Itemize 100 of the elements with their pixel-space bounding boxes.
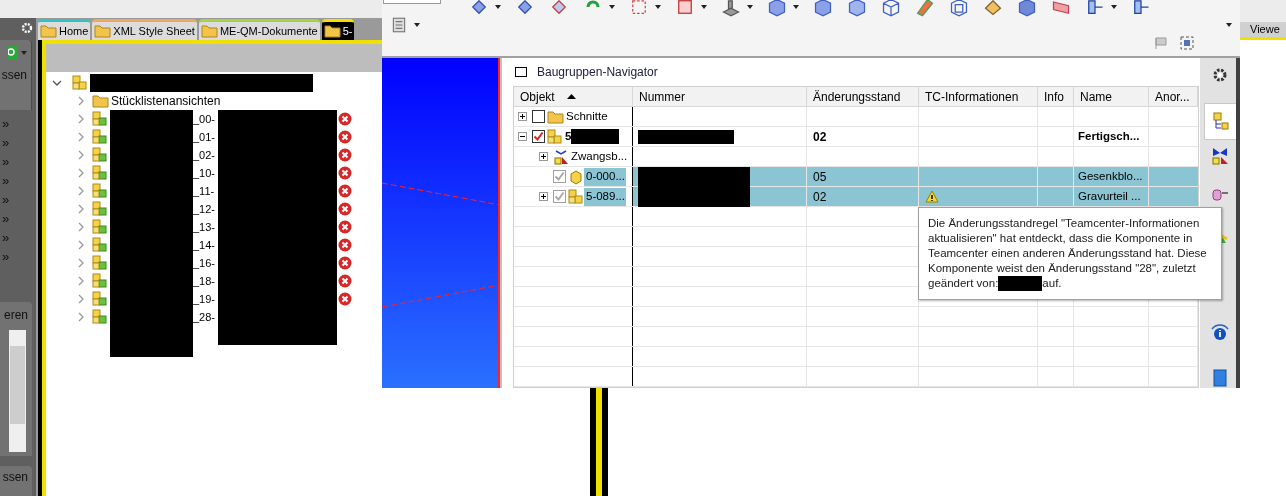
tree-item[interactable]: _13-: [193, 218, 218, 236]
tree-item[interactable]: 5: [565, 127, 572, 146]
part-icon: [92, 165, 108, 181]
tooltip-text: auf.: [1042, 276, 1062, 291]
chevron-right-icon[interactable]: [76, 222, 86, 232]
error-icon: [338, 130, 352, 144]
chevron-right-icon[interactable]: [76, 204, 86, 214]
chevron-down-icon[interactable]: [52, 78, 62, 88]
caret-icon[interactable]: [414, 23, 420, 27]
chevron-right-icon[interactable]: [76, 132, 86, 142]
tree-item[interactable]: Zwangsb...: [571, 147, 628, 166]
row-highlight[interactable]: 05 Gesenkblo...: [633, 167, 1198, 186]
chevron-right-icon[interactable]: [76, 294, 86, 304]
checkbox[interactable]: [532, 110, 545, 123]
caret-icon[interactable]: [609, 5, 615, 9]
collapse-icon[interactable]: [518, 132, 527, 141]
column-header[interactable]: Änderungsstand: [807, 87, 919, 106]
navigator-title: Baugruppen-Navigator: [537, 64, 658, 81]
chevron-right-icon[interactable]: [76, 276, 86, 286]
tree-item[interactable]: Schnitte: [566, 107, 608, 126]
column-header[interactable]: Info: [1038, 87, 1074, 106]
caret-icon[interactable]: [701, 5, 707, 9]
view-icon[interactable]: [675, 0, 695, 17]
chevron-right-icon[interactable]: [76, 96, 86, 106]
caret-icon[interactable]: [655, 5, 661, 9]
part-icon: [92, 255, 108, 271]
sidebar-label[interactable]: eren: [3, 306, 28, 324]
column-header[interactable]: Anor...: [1149, 87, 1198, 106]
fit-view-icon[interactable]: [629, 0, 649, 17]
row-highlight[interactable]: 02 Gravurteil ...: [633, 187, 1198, 206]
chevron-right-icon[interactable]: [76, 312, 86, 322]
table-cell-text: Fertigsch...: [1078, 128, 1140, 144]
scrollbar[interactable]: [9, 330, 26, 452]
document-tab[interactable]: ME-QM-Dokumente: [198, 19, 320, 40]
checkbox[interactable]: [532, 130, 545, 143]
tree-item[interactable]: _28-: [193, 308, 218, 326]
part-icon: [92, 237, 108, 253]
chevron-right-icon[interactable]: [76, 186, 86, 196]
wireframe-cube-icon[interactable]: [881, 0, 901, 17]
part-icon: [92, 291, 108, 307]
viewer-tab[interactable]: Viewe: [1240, 22, 1286, 40]
chevron-right-icon[interactable]: [76, 240, 86, 250]
tree-item[interactable]: 0-000...: [586, 167, 625, 186]
column-header[interactable]: Nummer: [633, 87, 807, 106]
document-tab[interactable]: XML Style Sheet: [92, 19, 197, 40]
folder-icon: [92, 94, 109, 108]
tab-icon: [323, 24, 341, 38]
error-icon: [338, 112, 352, 126]
chevron-right-icon[interactable]: [76, 114, 86, 124]
tree-item[interactable]: _18-: [193, 272, 218, 290]
caret-icon[interactable]: [1226, 23, 1232, 27]
document-tab[interactable]: Home: [38, 19, 91, 40]
checkbox[interactable]: [553, 170, 566, 183]
search-icon[interactable]: [8, 46, 18, 60]
expand-icon[interactable]: [539, 192, 548, 201]
wireframe-cube-icon[interactable]: [949, 0, 969, 17]
table-cell-text: 02: [813, 188, 827, 206]
column-header[interactable]: Objekt: [514, 87, 633, 106]
part-icon: [92, 309, 108, 325]
expand-icon[interactable]: [539, 152, 548, 161]
tree-item[interactable]: _12-: [193, 200, 218, 218]
checkbox[interactable]: [553, 190, 566, 203]
tree-item[interactable]: _11-: [193, 182, 218, 200]
column-header[interactable]: TC-Informationen: [919, 87, 1038, 106]
chevron-right-icon[interactable]: [76, 150, 86, 160]
part-icon: [92, 111, 108, 127]
caret-icon[interactable]: [1111, 5, 1117, 9]
tree-item[interactable]: _00-: [193, 110, 218, 128]
part-icon: [92, 219, 108, 235]
document-tab[interactable]: 5-: [321, 19, 355, 40]
tree-item[interactable]: _19-: [193, 290, 218, 308]
tree-item[interactable]: _16-: [193, 254, 218, 272]
column-header[interactable]: Name: [1074, 87, 1149, 106]
table-cell-text: Gesenkblo...: [1078, 168, 1143, 184]
window-icon[interactable]: [1180, 36, 1194, 50]
settings-icon[interactable]: [21, 22, 33, 34]
error-icon: [338, 274, 352, 288]
tree-item[interactable]: _14-: [193, 236, 218, 254]
error-icon: [338, 202, 352, 216]
tab-icon: [200, 24, 218, 38]
checkered-flag-icon[interactable]: [1154, 36, 1168, 50]
constraint-icon: [553, 148, 569, 165]
caret-icon[interactable]: [793, 5, 799, 9]
tree-item[interactable]: _01-: [193, 128, 218, 146]
caret-icon[interactable]: [747, 5, 753, 9]
chevron-right-icon[interactable]: [76, 258, 86, 268]
table-cell-text: 02: [813, 128, 827, 146]
caret-icon[interactable]: [495, 5, 501, 9]
tree-item[interactable]: _02-: [193, 146, 218, 164]
tree-item[interactable]: Stücklistenansichten: [111, 92, 221, 110]
tree-item[interactable]: _10-: [193, 164, 218, 182]
constraint-icon: [1210, 145, 1230, 166]
assembly-icon: [547, 128, 563, 145]
assembly-tree-icon: [1210, 111, 1231, 132]
assembly-icon: [568, 188, 584, 205]
database-icon[interactable]: [390, 16, 408, 34]
chevron-right-icon[interactable]: [76, 168, 86, 178]
expand-icon[interactable]: [518, 112, 527, 121]
tree-item[interactable]: 5-089...: [586, 187, 625, 206]
book-icon: [1210, 367, 1230, 388]
